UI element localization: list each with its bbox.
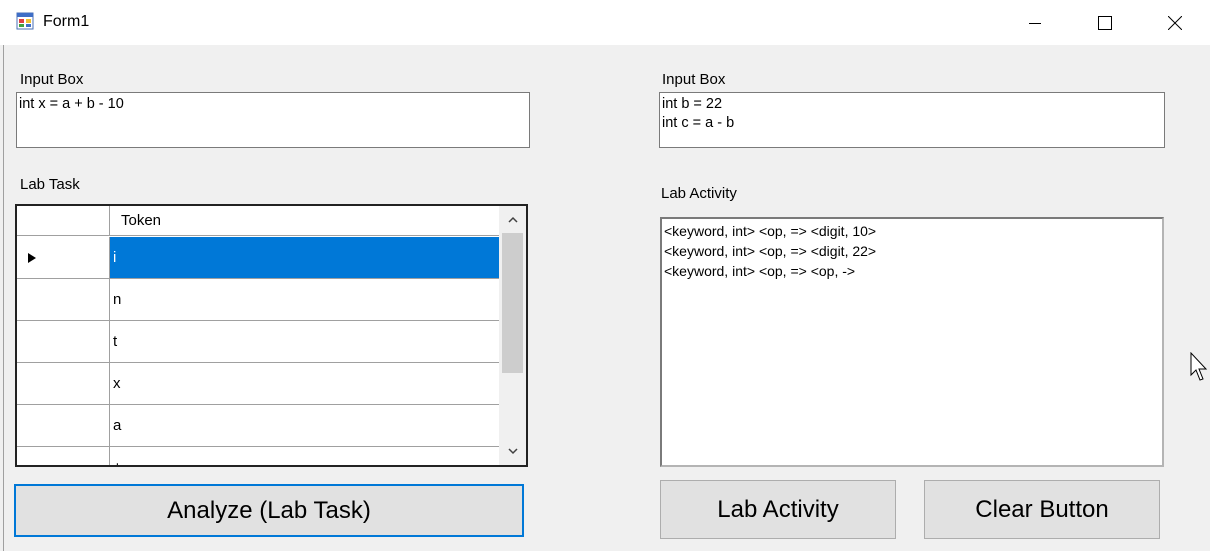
table-row[interactable]: + xyxy=(17,447,499,465)
table-row[interactable]: i xyxy=(17,237,499,279)
mouse-pointer-icon xyxy=(1190,352,1208,381)
scroll-thumb[interactable] xyxy=(502,233,523,373)
left-input-box[interactable]: int x = a + b - 10 xyxy=(16,92,530,148)
row-header[interactable] xyxy=(17,363,110,405)
token-cell[interactable]: a xyxy=(110,405,499,447)
minimize-icon xyxy=(1029,22,1041,24)
close-icon xyxy=(1168,15,1182,30)
analyze-lab-task-button[interactable]: Analyze (Lab Task) xyxy=(14,484,524,537)
right-input-box[interactable]: int b = 22 int c = a - b xyxy=(659,92,1165,148)
row-header[interactable] xyxy=(17,321,110,363)
token-cell[interactable]: i xyxy=(110,237,499,279)
lab-activity-output[interactable]: <keyword, int> <op, => <digit, 10> <keyw… xyxy=(660,217,1164,467)
left-input-label: Input Box xyxy=(20,71,84,88)
close-button[interactable] xyxy=(1140,0,1210,45)
right-input-label: Input Box xyxy=(662,71,726,88)
form-app-icon xyxy=(16,12,34,30)
scroll-up-button[interactable] xyxy=(499,206,526,233)
token-cell[interactable]: n xyxy=(110,279,499,321)
grid-vertical-scrollbar[interactable] xyxy=(499,206,526,465)
row-header[interactable] xyxy=(17,447,110,465)
row-header[interactable] xyxy=(17,405,110,447)
token-cell[interactable]: x xyxy=(110,363,499,405)
chevron-up-icon xyxy=(507,216,518,223)
maximize-button[interactable] xyxy=(1070,0,1140,45)
chevron-down-icon xyxy=(507,448,518,455)
table-row[interactable]: t xyxy=(17,321,499,363)
title-bar[interactable]: Form1 xyxy=(0,0,1210,45)
grid-header: Token xyxy=(17,206,499,236)
clear-button[interactable]: Clear Button xyxy=(924,480,1160,539)
token-cell[interactable]: + xyxy=(110,447,499,465)
current-row-arrow-icon xyxy=(28,253,36,263)
row-header[interactable] xyxy=(17,237,110,279)
window-title: Form1 xyxy=(43,13,90,30)
lab-activity-label: Lab Activity xyxy=(661,185,737,202)
row-header[interactable] xyxy=(17,279,110,321)
table-row[interactable]: n xyxy=(17,279,499,321)
token-grid[interactable]: Token i n t x a + xyxy=(15,204,528,467)
maximize-icon xyxy=(1098,15,1112,30)
token-cell[interactable]: t xyxy=(110,321,499,363)
minimize-button[interactable] xyxy=(1000,0,1070,45)
table-row[interactable]: a xyxy=(17,405,499,447)
column-header-token[interactable]: Token xyxy=(110,206,499,236)
lab-activity-button[interactable]: Lab Activity xyxy=(660,480,896,539)
table-row[interactable]: x xyxy=(17,363,499,405)
row-header-corner xyxy=(17,206,110,236)
scroll-down-button[interactable] xyxy=(499,438,526,465)
lab-task-label: Lab Task xyxy=(20,176,80,193)
